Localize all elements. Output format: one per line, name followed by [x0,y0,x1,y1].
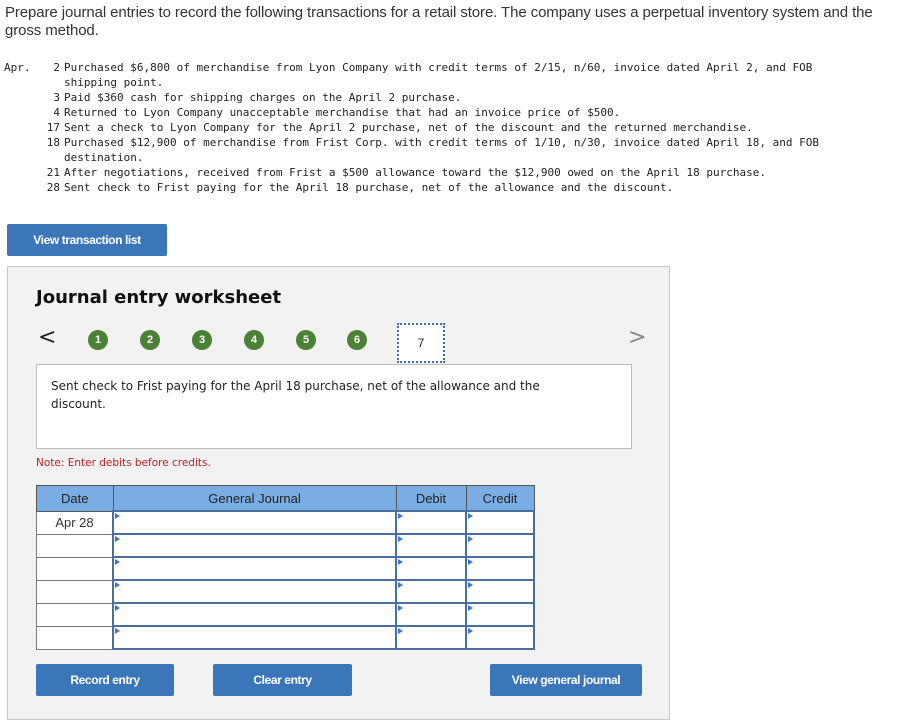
account-input[interactable] [114,604,395,625]
transaction-text: Sent check to Frist paying for the April… [64,181,674,194]
account-input[interactable] [114,627,395,648]
credit-cell[interactable] [465,510,535,535]
debit-input[interactable] [397,581,465,602]
step-1-button[interactable]: 1 [88,330,108,350]
debit-cell[interactable] [395,625,467,650]
credit-input[interactable] [467,604,533,625]
debit-input[interactable] [397,535,465,556]
credit-cell[interactable] [465,579,535,604]
debit-input[interactable] [397,604,465,625]
view-general-journal-button[interactable]: View general journal [490,664,642,696]
transaction-item: 21 After negotiations, received from Fri… [4,165,884,180]
transaction-item: 4 Returned to Lyon Company unacceptable … [4,105,884,120]
debit-input[interactable] [397,558,465,579]
transaction-day: 4 [53,106,60,119]
transaction-text: Purchased $12,900 of merchandise from Fr… [64,136,819,164]
worksheet-title: Journal entry worksheet [36,287,282,308]
credit-cell[interactable] [465,533,535,558]
transaction-day: 3 [53,91,60,104]
account-cell[interactable] [112,579,397,604]
transaction-list: Apr. 2 Purchased $6,800 of merchandise f… [4,60,884,195]
credit-input[interactable] [467,581,533,602]
account-input[interactable] [114,535,395,556]
record-entry-button[interactable]: Record entry [36,664,174,696]
account-cell[interactable] [112,510,397,535]
account-cell[interactable] [112,602,397,627]
instructions-text: Prepare journal entries to record the fo… [5,4,873,39]
account-cell[interactable] [112,625,397,650]
date-cell [36,533,114,558]
account-input[interactable] [114,558,395,579]
table-row [36,625,535,650]
transaction-day: 17 [46,121,60,134]
account-cell[interactable] [112,556,397,581]
date-header: Date [36,485,114,512]
step-4-button[interactable]: 4 [244,330,264,350]
credit-header: Credit [465,485,535,512]
account-input[interactable] [114,581,395,602]
transaction-day: 2 [53,61,60,74]
debit-input[interactable] [397,512,465,533]
chevron-right-icon[interactable]: > [628,327,646,349]
table-row [36,602,535,627]
transaction-item: 18 Purchased $12,900 of merchandise from… [4,135,884,165]
table-row [36,556,535,581]
table-row: Apr 28 [36,510,535,535]
account-cell[interactable] [112,533,397,558]
debit-credit-note: Note: Enter debits before credits. [36,457,211,469]
credit-input[interactable] [467,558,533,579]
date-cell [36,556,114,581]
date-cell: Apr 28 [36,510,114,535]
credit-input[interactable] [467,512,533,533]
date-cell [36,625,114,650]
transaction-day: 18 [46,136,60,149]
table-row [36,579,535,604]
debit-input[interactable] [397,627,465,648]
step-7-current[interactable]: 7 [397,323,445,363]
journal-entry-worksheet: Journal entry worksheet < 1 2 3 4 5 6 7 … [7,266,670,720]
debit-cell[interactable] [395,579,467,604]
journal-table: Date General Journal Debit Credit Apr 28 [36,485,535,650]
view-transaction-list-button[interactable]: View transaction list [7,224,167,256]
transaction-day: 21 [46,166,60,179]
account-input[interactable] [114,512,395,533]
transaction-text: Paid $360 cash for shipping charges on t… [64,91,462,104]
transaction-text: Sent a check to Lyon Company for the Apr… [64,121,753,134]
debit-cell[interactable] [395,602,467,627]
step-5-button[interactable]: 5 [296,330,316,350]
debit-header: Debit [395,485,467,512]
transaction-day: 28 [46,181,60,194]
date-cell [36,579,114,604]
transaction-month: Apr. [4,61,31,74]
transaction-description: Sent check to Frist paying for the April… [36,364,632,449]
clear-entry-button[interactable]: Clear entry [213,664,352,696]
transaction-item: 17 Sent a check to Lyon Company for the … [4,120,884,135]
transaction-item: Apr. 2 Purchased $6,800 of merchandise f… [4,60,884,90]
general-journal-header: General Journal [112,485,397,512]
credit-cell[interactable] [465,602,535,627]
transaction-text: Purchased $6,800 of merchandise from Lyo… [64,61,813,89]
journal-header-row: Date General Journal Debit Credit [36,485,535,512]
credit-cell[interactable] [465,556,535,581]
transaction-item: 28 Sent check to Frist paying for the Ap… [4,180,884,195]
transaction-text: Returned to Lyon Company unacceptable me… [64,106,621,119]
transaction-text: After negotiations, received from Frist … [64,166,766,179]
debit-cell[interactable] [395,556,467,581]
transaction-item: 3 Paid $360 cash for shipping charges on… [4,90,884,105]
step-6-button[interactable]: 6 [347,330,367,350]
debit-cell[interactable] [395,533,467,558]
table-row [36,533,535,558]
chevron-left-icon[interactable]: < [38,327,56,349]
transaction-description-text: Sent check to Frist paying for the April… [51,379,540,411]
credit-cell[interactable] [465,625,535,650]
step-3-button[interactable]: 3 [192,330,212,350]
date-cell [36,602,114,627]
step-2-button[interactable]: 2 [140,330,160,350]
debit-cell[interactable] [395,510,467,535]
credit-input[interactable] [467,535,533,556]
credit-input[interactable] [467,627,533,648]
